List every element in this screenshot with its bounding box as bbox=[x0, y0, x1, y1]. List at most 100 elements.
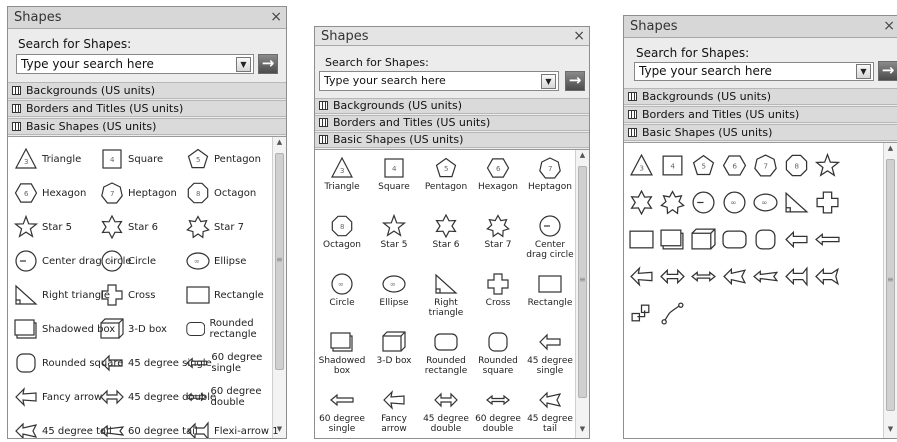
shape-item[interactable]: Rounded rectangle bbox=[420, 330, 472, 376]
shape-item[interactable] bbox=[691, 227, 716, 252]
shape-item[interactable]: 60 degree single bbox=[316, 388, 368, 434]
shape-item[interactable]: Rounded square bbox=[472, 330, 524, 376]
shape-item[interactable] bbox=[722, 264, 747, 289]
shape-item[interactable] bbox=[629, 227, 654, 252]
shape-item[interactable] bbox=[753, 264, 778, 289]
shape-item[interactable]: Cross bbox=[100, 283, 155, 307]
shape-item[interactable]: Rounded rectangle bbox=[186, 317, 286, 341]
shape-item[interactable]: 7 bbox=[753, 153, 778, 178]
shape-item[interactable] bbox=[691, 190, 716, 215]
scroll-down-icon[interactable]: ▼ bbox=[884, 425, 897, 437]
shape-item[interactable] bbox=[815, 153, 840, 178]
shape-item[interactable]: 60 degree double bbox=[186, 385, 286, 409]
scrollbar[interactable]: ▲ ≡ ▼ bbox=[575, 150, 589, 438]
shape-item[interactable]: 5 Pentagon bbox=[420, 156, 472, 192]
scroll-up-icon[interactable]: ▲ bbox=[884, 144, 897, 156]
shape-item[interactable]: 45 degree tail bbox=[524, 388, 576, 434]
search-input[interactable]: Type your search here bbox=[319, 71, 559, 91]
close-icon[interactable]: × bbox=[883, 16, 895, 37]
scroll-up-icon[interactable]: ▲ bbox=[273, 138, 286, 150]
scroll-down-icon[interactable]: ▼ bbox=[576, 425, 589, 437]
scrollbar-thumb[interactable] bbox=[886, 159, 895, 411]
shape-item[interactable] bbox=[784, 227, 809, 252]
shape-item[interactable]: 5 bbox=[691, 153, 716, 178]
shape-item[interactable] bbox=[629, 301, 654, 326]
shape-item[interactable]: 6 Hexagon bbox=[472, 156, 524, 192]
shape-item[interactable]: 8 bbox=[784, 153, 809, 178]
shape-item[interactable]: Star 5 bbox=[368, 214, 420, 250]
stencil-basic-shapes[interactable]: Basic Shapes (US units) bbox=[8, 118, 286, 135]
shape-item[interactable]: 3 Triangle bbox=[316, 156, 368, 192]
shape-item[interactable] bbox=[815, 227, 840, 252]
shape-item[interactable] bbox=[784, 190, 809, 215]
shape-item[interactable]: Rectangle bbox=[524, 272, 576, 308]
shape-item[interactable] bbox=[691, 264, 716, 289]
shape-item[interactable]: 60 degree double bbox=[472, 388, 524, 434]
shape-item[interactable] bbox=[660, 227, 685, 252]
shape-item[interactable]: 3 Triangle bbox=[14, 147, 81, 171]
shape-item[interactable] bbox=[660, 264, 685, 289]
shape-item[interactable]: 6 bbox=[722, 153, 747, 178]
shape-item[interactable] bbox=[753, 227, 778, 252]
shape-item[interactable] bbox=[629, 190, 654, 215]
shape-item[interactable]: Star 7 bbox=[472, 214, 524, 250]
stencil-basic-shapes[interactable]: Basic Shapes (US units) bbox=[315, 132, 589, 148]
shape-item[interactable]: 8 Octagon bbox=[186, 181, 256, 205]
search-go-button[interactable]: → bbox=[258, 54, 278, 74]
shape-item[interactable]: 60 degree tail bbox=[100, 419, 198, 438]
close-icon[interactable]: × bbox=[573, 27, 585, 46]
shape-item[interactable]: Right triangle bbox=[420, 272, 472, 318]
shape-item[interactable]: ∞ bbox=[722, 190, 747, 215]
scroll-up-icon[interactable]: ▲ bbox=[576, 151, 589, 163]
search-go-button[interactable]: → bbox=[878, 61, 897, 81]
stencil-borders-titles[interactable]: Borders and Titles (US units) bbox=[315, 115, 589, 131]
shape-item[interactable]: 7 Heptagon bbox=[524, 156, 576, 192]
search-input[interactable]: Type your search here bbox=[16, 54, 254, 74]
shape-item[interactable] bbox=[784, 264, 809, 289]
shape-item[interactable]: 4 Square bbox=[368, 156, 420, 192]
shape-item[interactable]: 45 degree tail bbox=[14, 419, 112, 438]
shape-item[interactable] bbox=[815, 190, 840, 215]
shape-item[interactable]: 45 degree double bbox=[420, 388, 472, 434]
shape-item[interactable]: 4 Square bbox=[100, 147, 163, 171]
search-go-button[interactable]: → bbox=[565, 71, 585, 91]
shape-item[interactable]: 3-D box bbox=[100, 317, 167, 341]
search-input[interactable]: Type your search here bbox=[634, 62, 874, 81]
shape-item[interactable]: ∞ Ellipse bbox=[186, 249, 246, 273]
stencil-basic-shapes[interactable]: Basic Shapes (US units) bbox=[624, 124, 897, 141]
shape-item[interactable]: 7 Heptagon bbox=[100, 181, 177, 205]
shape-item[interactable]: Shadowed box bbox=[316, 330, 368, 376]
shape-item[interactable]: Right triangle bbox=[14, 283, 110, 307]
search-dropdown-icon[interactable]: ▼ bbox=[856, 64, 871, 79]
shape-item[interactable]: 4 bbox=[660, 153, 685, 178]
shape-item[interactable]: Rectangle bbox=[186, 283, 264, 307]
shape-item[interactable]: 3-D box bbox=[368, 330, 420, 366]
shape-item[interactable]: 8 Octagon bbox=[316, 214, 368, 250]
shape-item[interactable]: ∞ Ellipse bbox=[368, 272, 420, 308]
shape-item[interactable]: 3 bbox=[629, 153, 654, 178]
stencil-borders-titles[interactable]: Borders and Titles (US units) bbox=[8, 100, 286, 117]
shape-item[interactable]: ∞ Circle bbox=[316, 272, 368, 308]
shape-item[interactable]: 5 Pentagon bbox=[186, 147, 261, 171]
stencil-borders-titles[interactable]: Borders and Titles (US units) bbox=[624, 106, 897, 123]
close-icon[interactable]: × bbox=[270, 7, 282, 28]
search-dropdown-icon[interactable]: ▼ bbox=[541, 74, 556, 89]
shape-item[interactable]: ∞ bbox=[753, 190, 778, 215]
shape-item[interactable]: 60 degree single bbox=[186, 351, 286, 375]
shape-item[interactable]: 6 Hexagon bbox=[14, 181, 86, 205]
shape-item[interactable]: ∞ Circle bbox=[100, 249, 156, 273]
shape-item[interactable] bbox=[660, 301, 685, 326]
stencil-backgrounds[interactable]: Backgrounds (US units) bbox=[8, 82, 286, 99]
search-dropdown-icon[interactable]: ▼ bbox=[236, 57, 251, 72]
shape-item[interactable] bbox=[722, 227, 747, 252]
shape-item[interactable]: Star 6 bbox=[420, 214, 472, 250]
shape-item[interactable] bbox=[815, 264, 840, 289]
shape-item[interactable] bbox=[660, 190, 685, 215]
shape-item[interactable] bbox=[629, 264, 654, 289]
stencil-backgrounds[interactable]: Backgrounds (US units) bbox=[315, 98, 589, 114]
shape-item[interactable]: Flexi-arrow 1 bbox=[186, 419, 279, 438]
shape-item[interactable]: 45 degree single bbox=[524, 330, 576, 376]
shape-item[interactable]: Fancy arrow bbox=[14, 385, 102, 409]
shape-item[interactable]: Center drag circle bbox=[524, 214, 576, 260]
shape-item[interactable]: Fancy arrow bbox=[368, 388, 420, 434]
